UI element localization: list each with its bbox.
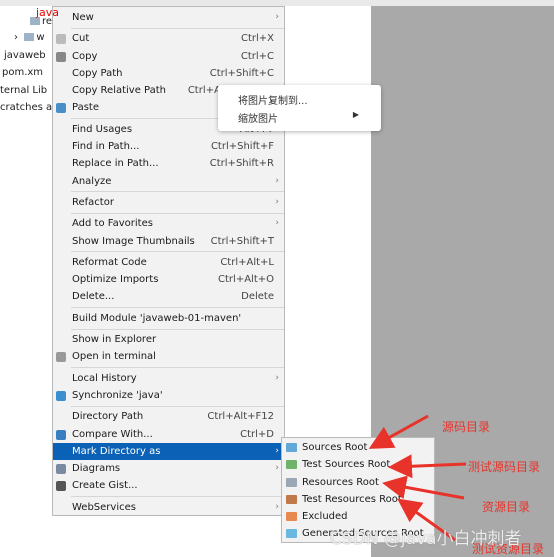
arrow-sources bbox=[368, 414, 429, 449]
annotation-resources: 资源目录 bbox=[482, 500, 531, 514]
arrow-resources bbox=[382, 475, 465, 500]
annotation-test-sources: 测试源码目录 bbox=[468, 460, 541, 474]
arrow-test-sources bbox=[388, 454, 467, 479]
watermark: CSDN @java小白冲刺者 bbox=[330, 529, 522, 549]
annotation-sources: 源码目录 bbox=[442, 420, 491, 434]
